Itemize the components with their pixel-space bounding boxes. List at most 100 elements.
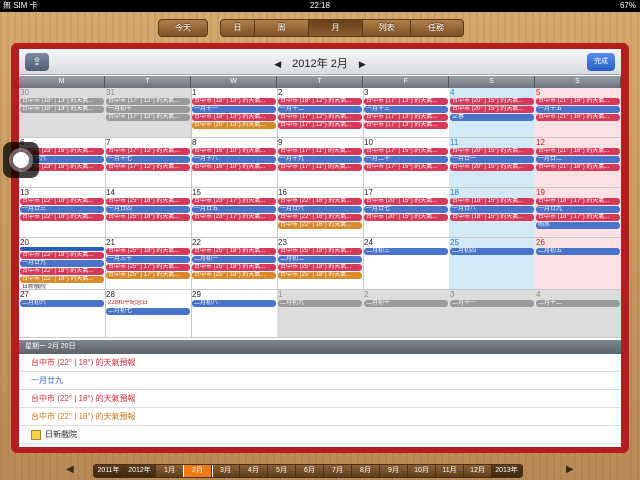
event-chip[interactable]: 一月廿四: [106, 206, 190, 213]
event-chip[interactable]: 一月廿三: [20, 206, 104, 213]
event-chip[interactable]: 台中市 (17° | 15°) 的天氣...: [364, 148, 448, 155]
day-cell[interactable]: 28 228和平紀念日 二月初七: [105, 290, 192, 338]
event-chip[interactable]: 一月十七: [106, 156, 190, 163]
day-cell[interactable]: 1 二月初九: [277, 290, 364, 338]
event-chip[interactable]: 台中市 (20° | 15°) 的天氣...: [364, 198, 448, 205]
month-tab[interactable]: 3月: [212, 465, 240, 477]
event-chip[interactable]: 台中市 (17° | 11°) 的天氣...: [278, 148, 362, 155]
event-chip[interactable]: 台中市 (22° | 16°) 的天氣...: [278, 214, 362, 221]
day-cell[interactable]: 16 台中市 (22° | 16°) 的天氣... 一月廿六 台中市 (22° | 1…: [277, 188, 364, 238]
event-chip[interactable]: 台中市 (22° | 18°) 的天氣...: [20, 276, 104, 283]
day-cell[interactable]: 15 台中市 (23° | 17°) 的天氣... 一月廿五 台中市 (23° | 1…: [191, 188, 278, 238]
day-cell[interactable]: 4 台中市 (20° | 15°) 的天氣... 台中市 (20° | 15°) 的…: [449, 88, 536, 138]
day-cell[interactable]: 26 二月初五: [535, 238, 621, 290]
day-cell[interactable]: 31 台中市 (17° | 12°) 的天氣... 一月初十 台中市 (17° | 1…: [105, 88, 192, 138]
event-chip[interactable]: 台中市 (16° | 10°) 的天氣...: [192, 164, 276, 171]
event-chip[interactable]: 一月二十: [364, 156, 448, 163]
event-chip[interactable]: 一月十五: [536, 106, 620, 113]
view-switcher[interactable]: 日周月列表 任務: [220, 19, 464, 37]
event-chip[interactable]: 台中市 (22° | 18°) 的天氣...: [20, 214, 104, 221]
year-tab[interactable]: 2011年: [94, 465, 124, 477]
event-chip[interactable]: 台中市 (17° | 12°) 的天氣...: [106, 114, 190, 121]
view-tab-0[interactable]: 日: [221, 20, 255, 36]
event-chip[interactable]: 二月初四: [450, 248, 534, 255]
day-cell[interactable]: 23 台中市 (25° | 18°) 的天氣... 二月初二 台中市 (25° | 1…: [277, 238, 364, 290]
event-chip[interactable]: 一月初十: [106, 106, 190, 113]
day-detail-item[interactable]: 日新戲院: [19, 426, 621, 444]
event-chip[interactable]: 台中市 (21° | 16°) 的天氣...: [536, 164, 620, 171]
day-detail-item[interactable]: 台中市 (22° | 18°) 的天氣預報: [19, 390, 621, 408]
view-tab-1[interactable]: 周: [255, 20, 309, 36]
event-chip[interactable]: 台中市 (18° | 13°) 的天氣...: [20, 106, 104, 113]
event-chip[interactable]: 台中市 (17° | 13°) 的天氣...: [364, 122, 448, 129]
month-tab[interactable]: 1月: [156, 465, 184, 477]
event-chip[interactable]: 台中市 (18° | 17°) 的天氣...: [536, 198, 620, 205]
event-chip[interactable]: 二月十二: [536, 300, 620, 307]
event-chip[interactable]: 一月廿九: [20, 260, 104, 267]
event-chip[interactable]: 台中市 (25° | 18°) 的天氣...: [192, 264, 276, 271]
year-tab[interactable]: 2012年: [124, 465, 156, 477]
event-chip[interactable]: 台中市 (23° | 17°) 的天氣...: [192, 198, 276, 205]
event-chip[interactable]: 一月廿九: [536, 206, 620, 213]
event-chip[interactable]: 一月十二: [278, 106, 362, 113]
day-cell[interactable]: 29 二月初八: [191, 290, 278, 338]
event-chip[interactable]: 台中市 (22° | 16°) 的天氣...: [278, 198, 362, 205]
event-chip[interactable]: 台中市 (18° | 17°) 的天氣...: [536, 214, 620, 221]
event-chip[interactable]: 228和平紀念日: [106, 300, 190, 307]
event-chip[interactable]: 二月初六: [20, 300, 104, 307]
day-detail-item[interactable]: 台中市 (22° | 18°) 的天氣預報: [19, 354, 621, 372]
day-detail-item[interactable]: 一月廿九: [19, 372, 621, 390]
event-chip[interactable]: 雨水: [536, 222, 620, 229]
day-cell[interactable]: 30 台中市 (18° | 13°) 的天氣... 台中市 (18° | 13°) …: [19, 88, 106, 138]
month-tab[interactable]: 5月: [268, 465, 296, 477]
event-chip[interactable]: 台中市 (25° | 18°) 的天氣...: [278, 248, 362, 255]
event-chip[interactable]: 台中市 (25° | 18°) 的天氣...: [106, 248, 190, 255]
event-chip[interactable]: 台中市 (23° | 17°) 的天氣...: [192, 214, 276, 221]
day-cell[interactable]: 21 台中市 (25° | 18°) 的天氣... 一月三十 台中市 (25° | 1…: [105, 238, 192, 290]
event-chip[interactable]: 台中市 (17° | 12°) 的天氣...: [278, 122, 362, 129]
today-segment[interactable]: 今天: [158, 19, 208, 37]
day-cell[interactable]: 5 台中市 (21° | 16°) 的天氣... 一月十五 台中市 (21° | 16…: [535, 88, 621, 138]
event-chip[interactable]: 一月十三: [364, 106, 448, 113]
month-tab[interactable]: 9月: [380, 465, 408, 477]
event-chip[interactable]: 台中市 (20° | 15°) 的天氣...: [450, 106, 534, 113]
event-chip[interactable]: 台中市 (25° | 18°) 的天氣...: [106, 214, 190, 221]
event-chip[interactable]: 台中市 (25° | 17°) 的天氣...: [106, 264, 190, 271]
month-tab[interactable]: 6月: [296, 465, 324, 477]
month-tab[interactable]: 11月: [436, 465, 464, 477]
day-cell[interactable]: 9 台中市 (17° | 11°) 的天氣... 一月十九 台中市 (17° | 11…: [277, 138, 364, 188]
event-chip[interactable]: 台中市 (25° | 18°) 的天氣...: [192, 248, 276, 255]
day-cell[interactable]: 18 台中市 (18° | 15°) 的天氣... 一月廿八 台中市 (18° | 1…: [449, 188, 536, 238]
event-chip[interactable]: 台中市 (25° | 18°) 的天氣...: [278, 272, 362, 279]
day-detail-item[interactable]: 台中市 (22° | 18°) 的天氣預報: [19, 408, 621, 426]
event-chip[interactable]: 二月初七: [106, 308, 190, 315]
next-year-arrow-icon[interactable]: ▶: [566, 464, 574, 475]
event-chip[interactable]: 台中市 (18° | 13°) 的天氣...: [20, 98, 104, 105]
event-chip[interactable]: 台中市 (21° | 16°) 的天氣...: [536, 148, 620, 155]
day-cell[interactable]: 2 二月初十: [363, 290, 450, 338]
event-chip[interactable]: 二月初十: [364, 300, 448, 307]
event-chip[interactable]: 台中市 (25° | 18°) 的天氣...: [106, 198, 190, 205]
assistive-touch-button[interactable]: [3, 142, 39, 178]
view-tab-2[interactable]: 月: [309, 20, 363, 36]
event-chip[interactable]: 二月初三: [364, 248, 448, 255]
day-cell[interactable]: 12 台中市 (21° | 16°) 的天氣... 一月廿二 台中市 (21° | 1…: [535, 138, 621, 188]
month-tab[interactable]: 10月: [408, 465, 436, 477]
day-cell[interactable]: 10 台中市 (17° | 15°) 的天氣... 一月二十 台中市 (17° | 1…: [363, 138, 450, 188]
event-chip[interactable]: 台中市 (17° | 12°) 的天氣...: [106, 164, 190, 171]
day-cell[interactable]: 3 台中市 (17° | 13°) 的天氣... 一月十三 台中市 (17° | 13…: [363, 88, 450, 138]
event-chip[interactable]: 二月初五: [536, 248, 620, 255]
event-chip[interactable]: 台中市 (17° | 11°) 的天氣...: [278, 164, 362, 171]
event-chip[interactable]: 二月初九: [278, 300, 362, 307]
day-cell[interactable]: 2 台中市 (18° | 12°) 的天氣... 一月十二 台中市 (17° | 12…: [277, 88, 364, 138]
event-chip[interactable]: 台中市 (17° | 13°) 的天氣...: [364, 98, 448, 105]
day-cell[interactable]: 13 台中市 (22° | 18°) 的天氣... 一月廿三 台中市 (22° | 1…: [19, 188, 106, 238]
month-tab[interactable]: 12月: [464, 465, 492, 477]
day-cell[interactable]: 7 台中市 (17° | 12°) 的天氣... 一月十七 台中市 (17° | 12…: [105, 138, 192, 188]
day-cell[interactable]: 14 台中市 (25° | 18°) 的天氣... 一月廿四 台中市 (25° | 1…: [105, 188, 192, 238]
event-chip[interactable]: 一月十八: [192, 156, 276, 163]
prev-year-arrow-icon[interactable]: ◀: [66, 464, 74, 475]
day-cell[interactable]: 24 二月初三: [363, 238, 450, 290]
day-cell[interactable]: 19 台中市 (18° | 17°) 的天氣... 一月廿九 台中市 (18° | 1…: [535, 188, 621, 238]
event-chip[interactable]: 台中市 (20° | 15°) 的天氣...: [364, 214, 448, 221]
